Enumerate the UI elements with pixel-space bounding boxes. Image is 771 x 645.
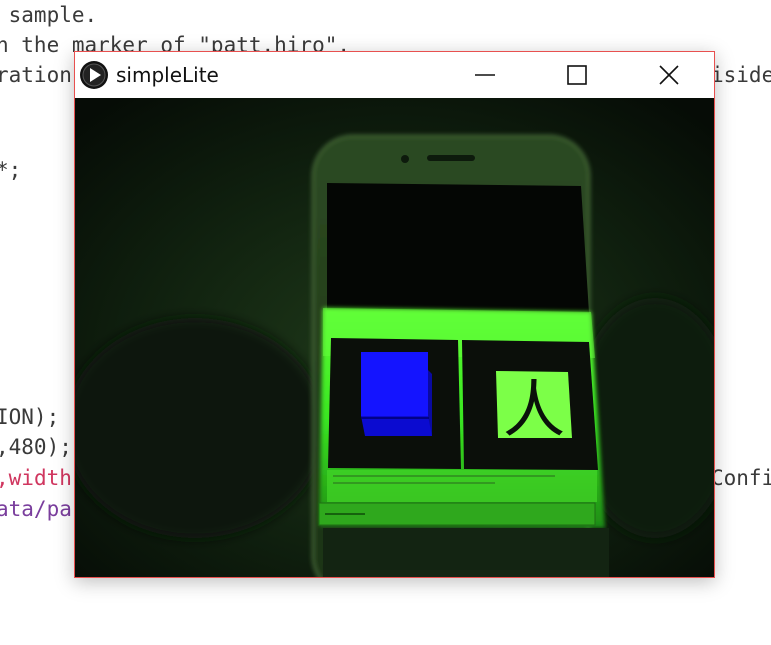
marker-symbol: 人 bbox=[503, 373, 565, 446]
code-token: , bbox=[0, 466, 9, 490]
phone-camera bbox=[401, 155, 409, 163]
code-line-width: ,width bbox=[0, 463, 72, 493]
screen-caption-area bbox=[327, 470, 597, 502]
code-line: *; bbox=[0, 158, 22, 182]
minimize-button[interactable] bbox=[439, 52, 531, 98]
maximize-icon bbox=[567, 65, 587, 85]
code-line: ration bbox=[0, 63, 72, 87]
phone-bottom bbox=[323, 528, 609, 577]
minimize-icon bbox=[475, 74, 495, 76]
code-line-fragment: iside bbox=[711, 63, 771, 87]
phone-screen-dark bbox=[327, 183, 589, 313]
code-keyword: width bbox=[8, 466, 72, 490]
window-title: simpleLite bbox=[116, 63, 219, 87]
camera-scene: 人 bbox=[75, 98, 714, 577]
code-line: ION); bbox=[0, 405, 60, 429]
ar-cube-bottom bbox=[361, 416, 432, 436]
ar-cube-face bbox=[361, 352, 428, 416]
code-line-fragment: Confi bbox=[711, 466, 771, 490]
hand-shadow bbox=[75, 318, 325, 538]
app-window[interactable]: simpleLite 人 bbox=[74, 51, 715, 578]
code-line: sample. bbox=[0, 3, 98, 27]
code-line-path: ata/pa bbox=[0, 497, 72, 521]
code-line: ,480); bbox=[0, 435, 72, 459]
maximize-button[interactable] bbox=[531, 52, 623, 98]
close-button[interactable] bbox=[623, 52, 715, 98]
phone-speaker bbox=[427, 155, 475, 161]
camera-view: 人 bbox=[75, 98, 714, 577]
play-icon bbox=[79, 60, 109, 90]
close-icon bbox=[659, 65, 679, 85]
title-bar[interactable]: simpleLite bbox=[75, 52, 714, 98]
